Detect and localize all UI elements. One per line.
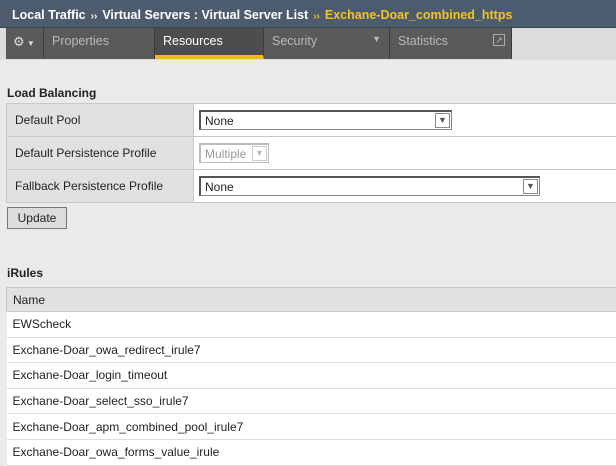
chevron-down-icon: ▼ [523,179,538,194]
load-balancing-table: Default Pool None ▼ Default Persistence P… [6,103,616,203]
chevron-down-icon: ▼ [252,146,267,161]
gear-menu-button[interactable]: ⚙ ▼ [6,28,44,59]
default-pool-select[interactable]: None ▼ [199,110,452,130]
default-persistence-select: Multiple ▼ [199,143,269,163]
load-balancing-heading: Load Balancing [7,86,96,100]
chevron-down-icon: ▼ [25,39,35,48]
chevron-down-icon: ▼ [435,113,450,128]
fallback-persistence-select[interactable]: None ▼ [199,176,540,196]
irules-table: Name EWScheck Exchane-Doar_owa_redirect_… [6,287,616,466]
breadcrumb-current: Exchane-Doar_combined_https [325,8,513,22]
tab-bar: ⚙ ▼ Properties Resources Security ▼ Stati… [0,28,616,60]
default-persistence-label: Default Persistence Profile [7,137,194,170]
tab-security[interactable]: Security ▼ [264,28,390,59]
external-link-icon[interactable]: ↗ [493,34,505,46]
breadcrumb-separator: ›› [313,11,320,22]
tab-label: Resources [163,34,223,48]
irules-heading: iRules [7,266,43,280]
update-button[interactable]: Update [7,207,67,229]
gear-icon: ⚙ [13,34,25,49]
tab-label: Properties [52,34,109,48]
table-row[interactable]: EWScheck [7,312,616,338]
tab-label: Security [272,34,317,48]
select-value: None [205,114,234,128]
tab-label: Statistics [398,34,448,48]
table-row[interactable]: Exchane-Doar_owa_redirect_irule7 [7,337,616,363]
breadcrumb-separator: ›› [91,11,98,22]
breadcrumb-virtual-server-list[interactable]: Virtual Servers : Virtual Server List [102,8,308,22]
tab-properties[interactable]: Properties [44,28,155,59]
select-value: None [205,180,234,194]
fallback-persistence-label: Fallback Persistence Profile [7,170,194,203]
tab-statistics[interactable]: Statistics ↗ [390,28,512,59]
breadcrumb-local-traffic[interactable]: Local Traffic [12,8,86,22]
table-row[interactable]: Exchane-Doar_apm_combined_pool_irule7 [7,414,616,440]
column-header-name[interactable]: Name [7,288,616,312]
breadcrumb: Local Traffic ›› Virtual Servers : Virtual… [0,0,616,28]
default-pool-label: Default Pool [7,104,194,137]
select-value: Multiple [205,147,246,161]
table-row[interactable]: Exchane-Doar_owa_forms_value_irule [7,439,616,465]
table-row[interactable]: Exchane-Doar_login_timeout [7,363,616,389]
chevron-down-icon: ▼ [372,34,381,44]
tab-resources[interactable]: Resources [155,28,264,59]
table-row[interactable]: Exchane-Doar_select_sso_irule7 [7,388,616,414]
